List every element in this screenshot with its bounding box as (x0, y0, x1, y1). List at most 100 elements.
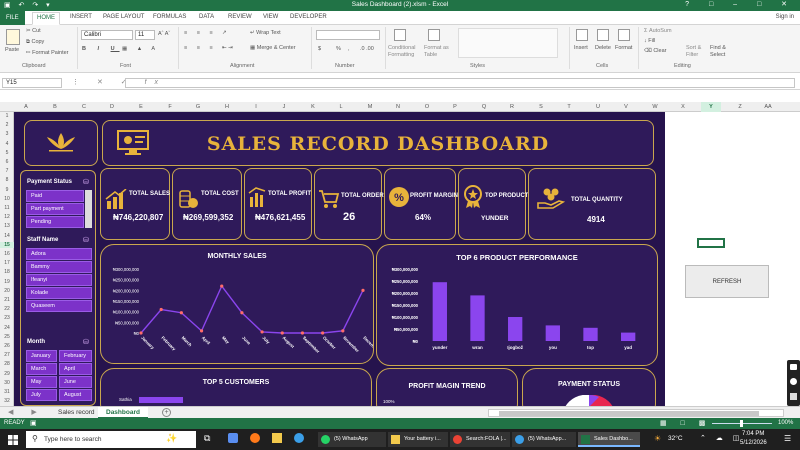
row-header-17[interactable]: 17 (0, 260, 14, 266)
merge-center-button[interactable]: ▦ Merge & Center (250, 45, 296, 51)
slicer-item-kolade[interactable]: Kolade (26, 287, 92, 299)
slicer-item-adora[interactable]: Adora (26, 248, 92, 260)
slicer-scrollbar[interactable] (85, 190, 92, 228)
decimal-buttons[interactable]: .0 .00 (360, 46, 374, 52)
windows-start-icon[interactable] (8, 435, 18, 445)
camera-icon[interactable] (790, 364, 797, 370)
selected-cell[interactable] (697, 238, 725, 248)
comma-button[interactable]: , (348, 46, 350, 52)
fill-button[interactable]: ↓ Fill (644, 38, 655, 44)
edge-icon[interactable] (294, 433, 304, 443)
taskbar-search-box[interactable]: ⚲ Type here to search ✨ (26, 431, 196, 448)
row-header-20[interactable]: 20 (0, 288, 14, 294)
row-header-27[interactable]: 27 (0, 352, 14, 358)
zoom-slider[interactable] (712, 420, 772, 427)
row-header-11[interactable]: 11 (0, 205, 14, 211)
row-header-24[interactable]: 24 (0, 325, 14, 331)
window-controls[interactable]: ? □ – □ ✕ (685, 0, 796, 8)
format-as-table-button[interactable]: Format as Table (424, 45, 452, 59)
column-header-n[interactable]: N (388, 104, 408, 110)
view-mode-buttons[interactable]: ▦ □ ▩ (660, 419, 711, 427)
column-header-i[interactable]: I (246, 104, 266, 110)
column-header-g[interactable]: G (188, 104, 208, 110)
file-explorer-icon[interactable] (272, 433, 282, 443)
row-header-2[interactable]: 2 (0, 122, 14, 128)
settings-icon[interactable] (790, 393, 797, 400)
font-grow-shrink[interactable]: Aˆ Aˇ (158, 31, 170, 37)
task-view-icon[interactable]: ⧉ (204, 433, 210, 444)
row-header-16[interactable]: 16 (0, 251, 14, 257)
format-as-table-icon[interactable] (428, 29, 440, 41)
row-header-12[interactable]: 12 (0, 214, 14, 220)
column-header-c[interactable]: C (74, 104, 94, 110)
orientation-button[interactable]: ↗ (222, 30, 227, 36)
wrap-text-button[interactable]: ↵ Wrap Text (250, 30, 281, 36)
row-header-18[interactable]: 18 (0, 269, 14, 275)
row-header-1[interactable]: 1 (0, 113, 14, 119)
tab-insert[interactable]: INSERT (70, 14, 92, 20)
clear-filter-icon[interactable]: ⛁ (83, 236, 89, 244)
row-header-5[interactable]: 5 (0, 150, 14, 156)
autosum-button[interactable]: Σ AutoSum (644, 28, 672, 34)
row-header-32[interactable]: 32 (0, 398, 14, 404)
zoom-level[interactable]: 100% (778, 420, 793, 426)
slicer-item-august[interactable]: August (59, 389, 92, 401)
slicer-item-quaseem[interactable]: Quaseem (26, 300, 92, 312)
copilot-icon[interactable] (228, 433, 238, 443)
system-tray-icons[interactable]: ⌃ ☁ ◫ (700, 434, 743, 442)
column-header-h[interactable]: H (217, 104, 237, 110)
row-header-19[interactable]: 19 (0, 279, 14, 285)
row-header-3[interactable]: 3 (0, 131, 14, 137)
slicer-item-pending[interactable]: Pending (26, 216, 84, 228)
clear-filter-icon[interactable]: ⛁ (83, 178, 89, 186)
percent-button[interactable]: % (336, 46, 341, 52)
slicer-item-ifeanyi[interactable]: Ifeanyi (26, 274, 92, 286)
column-header-p[interactable]: P (445, 104, 465, 110)
column-header-t[interactable]: T (559, 104, 579, 110)
slicer-item-may[interactable]: May (26, 376, 57, 388)
paste-icon[interactable] (6, 29, 20, 45)
row-header-9[interactable]: 9 (0, 187, 14, 193)
column-header-o[interactable]: O (417, 104, 437, 110)
clock-date[interactable]: 5/12/2026 (740, 440, 767, 446)
slicer-item-july[interactable]: July (26, 389, 57, 401)
column-header-j[interactable]: J (274, 104, 294, 110)
row-header-26[interactable]: 26 (0, 343, 14, 349)
taskbar-app-whatsapp-2[interactable]: (5) WhatsApp... (512, 432, 576, 447)
sheet-nav-arrows[interactable]: ◀ ▶ (8, 408, 45, 416)
row-header-8[interactable]: 8 (0, 177, 14, 183)
floating-toolbar[interactable] (787, 360, 800, 406)
row-header-22[interactable]: 22 (0, 306, 14, 312)
taskbar-app-battery[interactable]: Your battery i... (388, 432, 448, 447)
taskbar-app-whatsapp[interactable]: (5) WhatsApp (318, 432, 386, 447)
add-sheet-button[interactable]: + (162, 408, 171, 417)
column-header-e[interactable]: E (131, 104, 151, 110)
insert-cells-button[interactable]: Insert (574, 45, 588, 51)
clear-filter-icon[interactable]: ⛁ (83, 338, 89, 346)
column-header-v[interactable]: V (616, 104, 636, 110)
row-header-13[interactable]: 13 (0, 223, 14, 229)
cut-button[interactable]: ✂ Cut (26, 28, 41, 34)
horizontal-scrollbar[interactable] (488, 409, 784, 417)
notification-icon[interactable]: ☰ (784, 434, 791, 443)
firefox-icon[interactable] (250, 433, 260, 443)
row-header-29[interactable]: 29 (0, 371, 14, 377)
format-cells-button[interactable]: Format (615, 45, 632, 51)
row-header-25[interactable]: 25 (0, 334, 14, 340)
row-header-31[interactable]: 31 (0, 389, 14, 395)
column-header-b[interactable]: B (45, 104, 65, 110)
paste-button[interactable]: Paste (5, 47, 19, 53)
column-header-q[interactable]: Q (474, 104, 494, 110)
macro-record-icon[interactable]: ▣ (30, 419, 37, 427)
font-size-select[interactable]: 11 (135, 30, 155, 40)
column-header-w[interactable]: W (645, 104, 665, 110)
tab-review[interactable]: REVIEW (228, 14, 252, 20)
zoom-slider-thumb[interactable] (740, 420, 743, 427)
vertical-align-buttons[interactable]: ≡ ≡ ≡ (184, 30, 217, 36)
slicer-item-april[interactable]: April (59, 363, 92, 375)
tab-developer[interactable]: DEVELOPER (290, 14, 327, 20)
column-header-l[interactable]: L (331, 104, 351, 110)
format-painter-button[interactable]: ✏ Format Painter (26, 50, 69, 56)
row-header-21[interactable]: 21 (0, 297, 14, 303)
row-header-10[interactable]: 10 (0, 196, 14, 202)
